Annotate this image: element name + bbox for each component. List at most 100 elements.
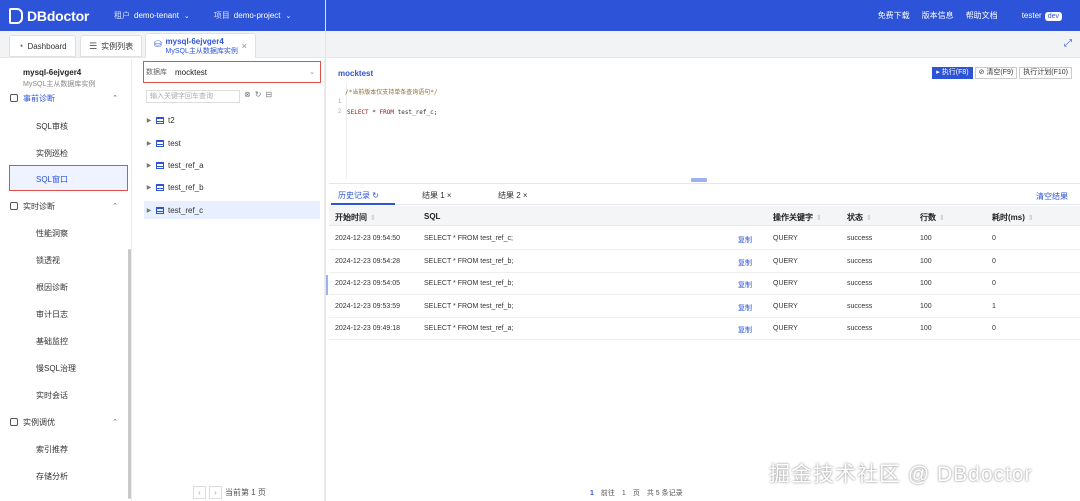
tab-active-instance[interactable]: ⛁ mysql-6ejvger4 MySQL主从数据库实例 ×	[145, 33, 256, 58]
clear-results-button[interactable]: 清空结果	[1036, 191, 1068, 202]
copy-button[interactable]: 复制	[738, 280, 752, 290]
sidebar-item-storage[interactable]: 存储分析	[36, 471, 68, 482]
chevron-up-icon: ⌃	[112, 203, 118, 210]
sort-icon[interactable]: ⇕	[370, 215, 376, 222]
clear-button[interactable]: ⊘ 清空(F9)	[974, 67, 1018, 79]
sort-icon[interactable]: ⇕	[816, 215, 822, 222]
close-icon[interactable]: ×	[523, 191, 528, 200]
prev-page-button[interactable]: ‹	[193, 486, 206, 499]
list-icon: ☰	[89, 40, 98, 51]
sidebar-group-realtime[interactable]: 实时诊断 ⌃	[10, 198, 130, 214]
table-row[interactable]: 2024-12-23 09:53:59 SELECT * FROM test_r…	[329, 296, 1080, 318]
col-duration[interactable]: 耗时(ms) ⇕	[992, 212, 1034, 223]
project-selector[interactable]: 项目 demo-project ⌄	[214, 10, 292, 21]
resize-handle[interactable]	[691, 178, 707, 182]
sidebar-item-monitor[interactable]: 基础监控	[36, 336, 68, 347]
run-button[interactable]: ▸ 执行(F8)	[932, 67, 973, 79]
copy-button[interactable]: 复制	[738, 303, 752, 313]
version-info-link[interactable]: 版本信息	[922, 10, 954, 21]
col-status[interactable]: 状态 ⇕	[847, 212, 872, 223]
next-page-button[interactable]: ›	[209, 486, 222, 499]
close-icon[interactable]: ×	[242, 41, 247, 51]
free-download-link[interactable]: 免费下载	[878, 10, 910, 21]
tab-history[interactable]: 历史记录 ↻	[338, 190, 379, 201]
sidebar-scrollbar[interactable]	[128, 249, 131, 499]
col-op-keyword[interactable]: 操作关键字 ⇕	[773, 212, 822, 223]
col-rows[interactable]: 行数 ⇕	[920, 212, 945, 223]
tree-node-table[interactable]: ▶ test_ref_b	[144, 178, 320, 196]
page-tabs: ◔ Dashboard ☰ 实例列表 ⛁ mysql-6ejvger4 MySQ…	[0, 31, 1080, 58]
sql-editor: mocktest ▸ 执行(F8) ⊘ 清空(F9) 执行计划(F10) 1 2…	[329, 59, 1080, 182]
goto-page-input[interactable]: 1	[622, 490, 626, 497]
tree-node-table[interactable]: ▶ test_ref_c	[144, 201, 320, 219]
table-row[interactable]: 2024-12-23 09:49:18 SELECT * FROM test_r…	[329, 318, 1080, 340]
total-records: 共 5 条记录	[646, 490, 683, 497]
chevron-up-icon: ⌃	[112, 95, 118, 102]
tree-node-table[interactable]: ▶ t2	[144, 111, 320, 129]
logo[interactable]: DBdoctor	[9, 7, 104, 24]
table-row[interactable]: 2024-12-23 09:54:05 SELECT * FROM test_r…	[329, 273, 1080, 295]
dbdoctor-logo-icon	[9, 7, 23, 24]
sort-icon[interactable]: ⇕	[1028, 215, 1034, 222]
sidebar-item-lock[interactable]: 锁透视	[36, 255, 60, 266]
table-icon	[156, 183, 164, 191]
caret-right-icon[interactable]: ▶	[144, 207, 154, 214]
sidebar: mysql-6ejvger4 MySQL主从数据库实例 事前诊断 ⌃ SQL审核…	[0, 59, 132, 501]
close-icon[interactable]: ×	[447, 191, 452, 200]
tree-node-table[interactable]: ▶ test	[144, 134, 320, 152]
user-menu[interactable]: tester dev	[1010, 11, 1062, 21]
results-panel: 历史记录 ↻ 结果 1 × 结果 2 × 清空结果 开始时间 ⇕ SQL 操作关键…	[326, 183, 1080, 501]
col-start-time[interactable]: 开始时间 ⇕	[335, 212, 376, 223]
results-pager: 1 前往 1 页 共 5 条记录	[590, 489, 683, 498]
active-tab-indicator	[331, 203, 395, 205]
caret-right-icon[interactable]: ▶	[144, 184, 154, 191]
sidebar-item-perf[interactable]: 性能洞察	[36, 228, 68, 239]
collapse-icon[interactable]: ⊟	[265, 90, 272, 99]
table-icon	[156, 206, 164, 214]
sidebar-item-sql-audit[interactable]: SQL审核	[36, 121, 68, 132]
sidebar-item-sql-window[interactable]: SQL窗口	[36, 174, 68, 185]
tab-dashboard[interactable]: ◔ Dashboard	[9, 35, 76, 57]
tenant-selector[interactable]: 租户 demo-tenant ⌄	[114, 10, 190, 21]
sort-icon[interactable]: ⇕	[866, 215, 872, 222]
tab-instance-list[interactable]: ☰ 实例列表	[80, 35, 143, 57]
sidebar-group-pre-diagnosis[interactable]: 事前诊断 ⌃	[10, 90, 130, 106]
editor-db-name: mocktest	[338, 69, 374, 78]
panel-divider	[325, 0, 326, 501]
line-gutter: 1 2	[338, 99, 342, 115]
sort-icon[interactable]: ⇕	[939, 215, 945, 222]
sidebar-item-slow-sql[interactable]: 慢SQL治理	[36, 363, 76, 374]
watermark: 掘金技术社区 @ DBdoctor	[769, 463, 1033, 486]
copy-button[interactable]: 复制	[738, 325, 752, 335]
copy-button[interactable]: 复制	[738, 235, 752, 245]
caret-right-icon[interactable]: ▶	[144, 162, 154, 169]
sidebar-item-inspection[interactable]: 实例巡检	[36, 148, 68, 159]
caret-right-icon[interactable]: ▶	[144, 117, 154, 124]
help-docs-link[interactable]: 帮助文档	[966, 10, 998, 21]
table-row[interactable]: 2024-12-23 09:54:28 SELECT * FROM test_r…	[329, 251, 1080, 273]
db-object-panel: 数据库 mocktest ⌄ 输入关键字回车查询 ⊗ ↻ ⊟ ▶ t2 ▶ test…	[136, 59, 325, 501]
caret-right-icon[interactable]: ▶	[144, 140, 154, 147]
explain-button[interactable]: 执行计划(F10)	[1019, 67, 1072, 79]
refresh-icon[interactable]: ↻	[255, 90, 262, 99]
table-search-input[interactable]: 输入关键字回车查询	[146, 90, 240, 103]
sidebar-item-audit-log[interactable]: 审计日志	[36, 309, 68, 320]
sidebar-item-root-cause[interactable]: 根因诊断	[36, 282, 68, 293]
tab-result-1[interactable]: 结果 1 ×	[422, 190, 452, 201]
sidebar-item-sessions[interactable]: 实时会话	[36, 390, 68, 401]
sidebar-item-index[interactable]: 索引推荐	[36, 444, 68, 455]
refresh-icon[interactable]: ↻	[372, 191, 379, 200]
sidebar-group-tuning[interactable]: 实例调优 ⌃	[10, 414, 130, 430]
page-number[interactable]: 1	[590, 490, 594, 497]
database-select[interactable]: 数据库 mocktest ⌄	[143, 61, 321, 83]
table-row[interactable]: 2024-12-23 09:54:50 SELECT * FROM test_r…	[329, 228, 1080, 250]
code-sql[interactable]: SELECT * FROM test_ref_c;	[347, 109, 437, 116]
fullscreen-icon[interactable]: ⤢	[1064, 38, 1072, 49]
tree-node-table[interactable]: ▶ test_ref_a	[144, 156, 320, 174]
env-badge: dev	[1044, 12, 1062, 21]
code-comment[interactable]: /*当前版本仅支持单条查询语句*/	[345, 87, 437, 96]
table-icon	[156, 161, 164, 169]
tab-result-2[interactable]: 结果 2 ×	[498, 190, 528, 201]
copy-button[interactable]: 复制	[738, 258, 752, 268]
clear-icon[interactable]: ⊗	[244, 90, 251, 99]
